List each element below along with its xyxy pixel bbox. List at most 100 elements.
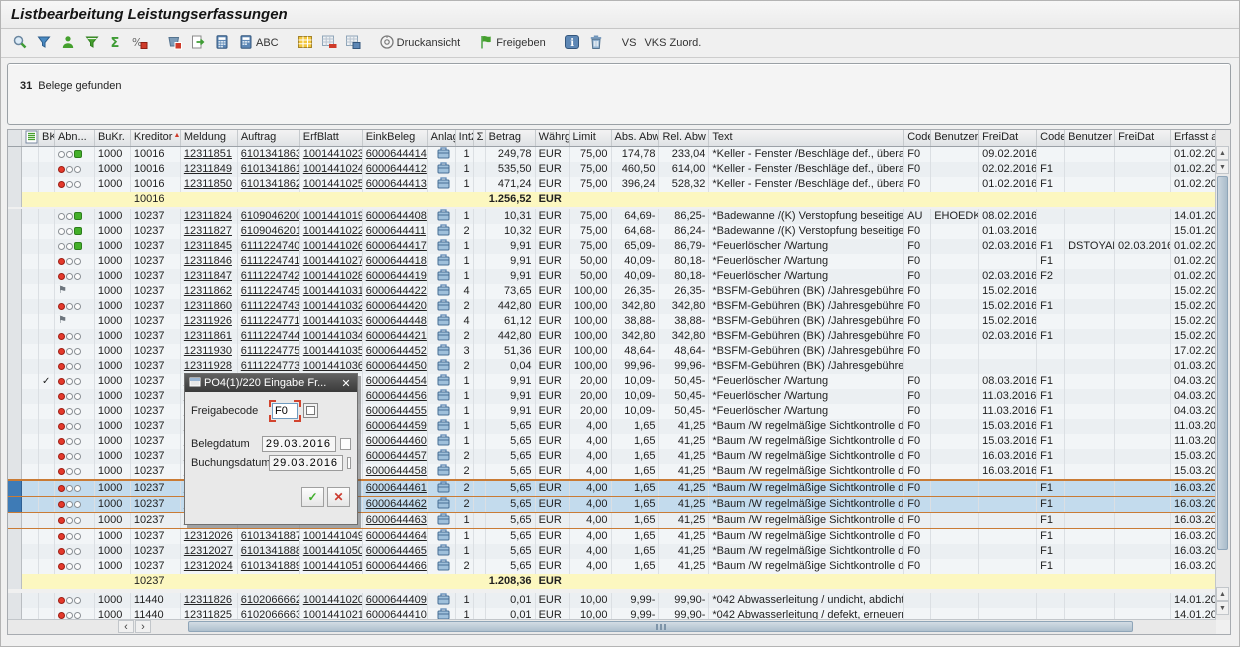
- cell-sel[interactable]: [8, 419, 22, 434]
- print-preview-button[interactable]: Druckansicht: [376, 32, 464, 55]
- cell-sel[interactable]: [8, 177, 22, 192]
- link-erfblatt[interactable]: 1001441023: [303, 148, 363, 160]
- cell-auftrag[interactable]: 6102066662: [238, 593, 300, 608]
- link-meldung[interactable]: 12311826: [184, 594, 232, 606]
- cell-auftrag[interactable]: 6111224771: [238, 314, 300, 329]
- cell-erfblatt[interactable]: 1001441031: [300, 284, 363, 299]
- link-einkbeleg[interactable]: 6000644460: [366, 435, 427, 447]
- cell-einkbeleg[interactable]: 6000644413: [363, 177, 428, 192]
- cell-sel[interactable]: [8, 449, 22, 464]
- link-auftrag[interactable]: 6111224773: [241, 360, 300, 372]
- cell-einkbeleg[interactable]: 6000644456: [363, 389, 428, 404]
- cell-auftrag[interactable]: 6101341863: [238, 147, 300, 162]
- subtotal-row[interactable]: 100161.256,52EUR: [8, 192, 1216, 207]
- pane2-scroll-down-button[interactable]: ▼: [1216, 601, 1229, 615]
- link-erfblatt[interactable]: 1001441025: [303, 178, 363, 190]
- table-row[interactable]: 1000102371231184761112247421001441028600…: [8, 269, 1216, 284]
- dialog-confirm-button[interactable]: ✓: [301, 487, 324, 507]
- cell-sel[interactable]: [8, 239, 22, 254]
- link-meldung[interactable]: 12311861: [184, 330, 232, 342]
- cell-sel[interactable]: [8, 497, 22, 512]
- cell-erfblatt[interactable]: 1001441049: [300, 529, 363, 544]
- link-auftrag[interactable]: 6101341863: [241, 148, 300, 160]
- cell-einkbeleg[interactable]: 6000644420: [363, 299, 428, 314]
- cell-auftrag[interactable]: 6111224745: [238, 284, 300, 299]
- vertical-scrollbar[interactable]: ▲ ▼ ▲ ▼: [1215, 130, 1230, 620]
- table-row[interactable]: 1000102371231193061112247751001441035600…: [8, 344, 1216, 359]
- cell-meldung[interactable]: 12311849: [181, 162, 238, 177]
- table-row[interactable]: ⚑100010237123119266111224771100144103360…: [8, 314, 1216, 329]
- attachment-icon[interactable]: [437, 389, 450, 404]
- cell-erfblatt[interactable]: 1001441050: [300, 544, 363, 559]
- cell-einkbeleg[interactable]: 6000644414: [363, 147, 428, 162]
- link-meldung[interactable]: 12311847: [184, 270, 232, 282]
- dialog-title-bar[interactable]: PO4(1)/220 Eingabe Fr... ✕: [185, 374, 357, 392]
- column-header-sigma[interactable]: Σ: [474, 130, 486, 146]
- cell-sel[interactable]: [8, 254, 22, 269]
- cell-sel[interactable]: [8, 299, 22, 314]
- cell-einkbeleg[interactable]: 6000644408: [363, 209, 428, 224]
- link-erfblatt[interactable]: 1001441034: [303, 330, 363, 342]
- cell-auftrag[interactable]: 6111224743: [238, 299, 300, 314]
- link-meldung[interactable]: 12311824: [184, 210, 232, 222]
- column-header-int2[interactable]: Int2: [456, 130, 474, 146]
- cell-sel[interactable]: [8, 344, 22, 359]
- trash-button[interactable]: [585, 32, 607, 55]
- link-einkbeleg[interactable]: 6000644421: [366, 330, 427, 342]
- cell-auftrag[interactable]: 6111224773: [238, 359, 300, 374]
- cell-erfblatt[interactable]: 1001441051: [300, 559, 363, 574]
- column-header-abs[interactable]: Abs. Abw: [612, 130, 660, 146]
- attachment-icon[interactable]: [437, 497, 450, 512]
- cell-auftrag[interactable]: 6111224741: [238, 254, 300, 269]
- cell-erfblatt[interactable]: 1001441023: [300, 147, 363, 162]
- link-erfblatt[interactable]: 1001441036: [303, 360, 363, 372]
- cell-einkbeleg[interactable]: 6000644412: [363, 162, 428, 177]
- column-header-anlagen[interactable]: Anlagen: [428, 130, 456, 146]
- link-meldung[interactable]: 12311862: [184, 285, 232, 297]
- link-meldung[interactable]: 12311926: [184, 315, 232, 327]
- link-einkbeleg[interactable]: 6000644463: [366, 514, 427, 526]
- link-meldung[interactable]: 12311928: [184, 360, 232, 372]
- cell-erfblatt[interactable]: 1001441025: [300, 177, 363, 192]
- cell-auftrag[interactable]: 6101341887: [238, 529, 300, 544]
- calculator-abc-button[interactable]: ABC: [235, 32, 282, 55]
- attachment-icon[interactable]: [437, 404, 450, 419]
- link-meldung[interactable]: 12311851: [184, 148, 232, 160]
- cell-sel[interactable]: [8, 314, 22, 329]
- cell-auftrag[interactable]: 6101341861: [238, 162, 300, 177]
- cell-einkbeleg[interactable]: 6000644450: [363, 359, 428, 374]
- cell-einkbeleg[interactable]: 6000644409: [363, 593, 428, 608]
- cell-erfblatt[interactable]: 1001441028: [300, 269, 363, 284]
- scroll-down-button[interactable]: ▼: [1216, 160, 1229, 174]
- link-erfblatt[interactable]: 1001441026: [303, 240, 363, 252]
- link-einkbeleg[interactable]: 6000644461: [366, 482, 427, 494]
- column-header-rowicon[interactable]: [22, 130, 39, 146]
- link-einkbeleg[interactable]: 6000644417: [366, 240, 427, 252]
- link-meldung[interactable]: 12311845: [184, 240, 232, 252]
- vertical-scroll-thumb[interactable]: [1217, 176, 1228, 550]
- cell-einkbeleg[interactable]: 6000644463: [363, 513, 428, 528]
- cell-erfblatt[interactable]: 1001441034: [300, 329, 363, 344]
- cell-erfblatt[interactable]: 1001441020: [300, 593, 363, 608]
- column-header-kreditor[interactable]: Kreditor▲: [131, 130, 181, 146]
- cell-sel[interactable]: [8, 544, 22, 559]
- cell-meldung[interactable]: 12311862: [181, 284, 238, 299]
- link-meldung[interactable]: 12311930: [184, 345, 232, 357]
- cell-sel[interactable]: [8, 284, 22, 299]
- cell-einkbeleg[interactable]: 6000644465: [363, 544, 428, 559]
- cell-meldung[interactable]: 12311851: [181, 147, 238, 162]
- table-row[interactable]: 1000102371231186061112247431001441032600…: [8, 299, 1216, 314]
- cell-erfblatt[interactable]: 1001441036: [300, 359, 363, 374]
- buchungsdatum-input[interactable]: [269, 455, 343, 471]
- cell-sel[interactable]: [8, 593, 22, 608]
- attachment-icon[interactable]: [437, 147, 450, 162]
- table-row[interactable]: 1000100161231185061013418621001441025600…: [8, 177, 1216, 192]
- cell-meldung[interactable]: 12311847: [181, 269, 238, 284]
- link-erfblatt[interactable]: 1001441019: [303, 210, 363, 222]
- cell-meldung[interactable]: 12312026: [181, 529, 238, 544]
- cell-sel[interactable]: [8, 269, 22, 284]
- link-einkbeleg[interactable]: 6000644466: [366, 560, 427, 572]
- link-erfblatt[interactable]: 1001441031: [303, 285, 363, 297]
- column-header-freidat1[interactable]: FreiDat: [979, 130, 1037, 146]
- calculator-button[interactable]: [211, 32, 233, 55]
